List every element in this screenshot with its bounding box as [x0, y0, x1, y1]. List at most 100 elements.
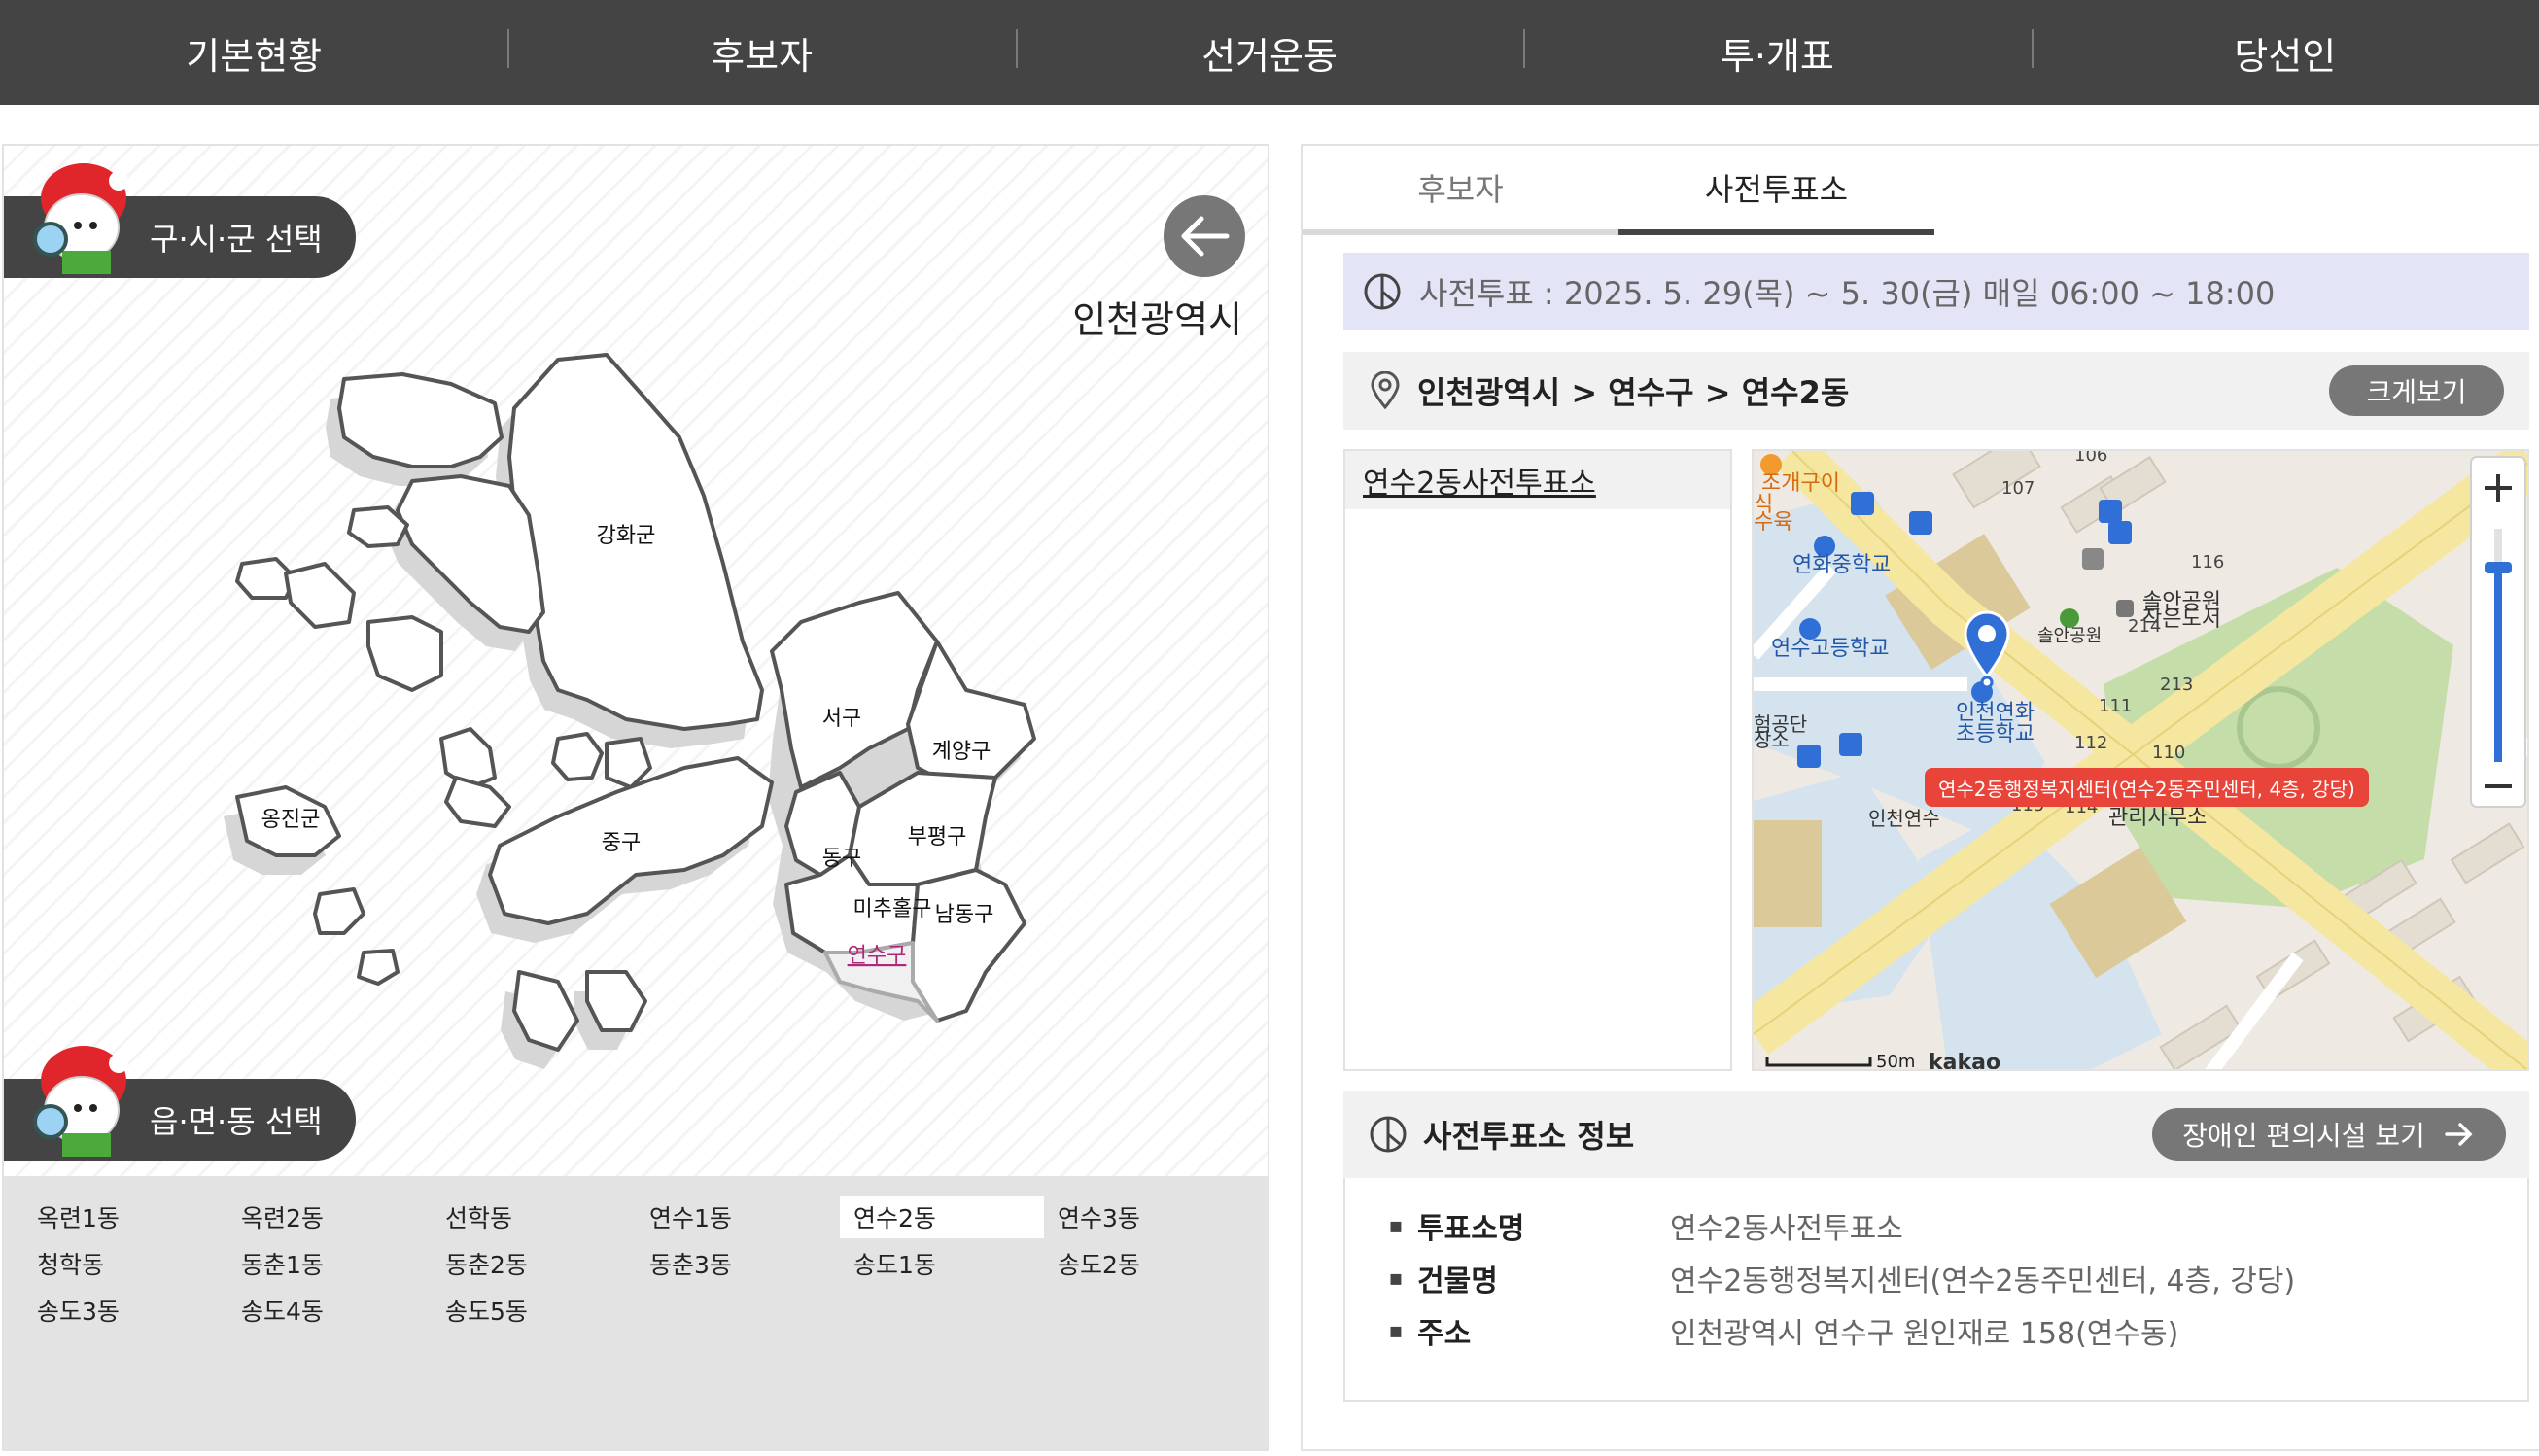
dong-item[interactable]: 송도3동 — [23, 1289, 227, 1332]
back-arrow-icon — [1164, 195, 1245, 277]
zoom-slider-handle[interactable] — [2485, 562, 2512, 573]
tab-bar: 후보자 사전투표소 — [1303, 146, 1934, 235]
district-label-ongjin[interactable]: 옹진군 — [261, 808, 321, 832]
district-namdong-shape[interactable] — [911, 868, 1026, 1023]
bus-stop-icon[interactable] — [2108, 521, 2132, 544]
station-map-canvas: 연화중학교 연수고등학교 인천연화 초등학교 조개구이 식 수육 솔안공원 작은… — [1754, 451, 2527, 1071]
building-number: 116 — [2191, 552, 2224, 572]
info-clock-icon — [1370, 1116, 1407, 1153]
bus-stop-icon[interactable] — [1909, 511, 1932, 535]
dong-item[interactable]: 동춘1동 — [227, 1242, 432, 1285]
district-label-yeonsu[interactable]: 연수구 — [848, 944, 907, 968]
dong-item[interactable]: 청학동 — [23, 1242, 227, 1285]
bullet-icon: ▪ — [1388, 1265, 1404, 1291]
district-label-seo[interactable]: 서구 — [822, 707, 861, 731]
island-small-5 — [439, 727, 497, 789]
marker-label[interactable]: 연수2동행정복지센터(연수2동주민센터, 4층, 강당) — [1925, 768, 2369, 807]
map-label-restaurant: 수육 — [1754, 510, 1792, 535]
dong-item[interactable]: 송도2동 — [1044, 1242, 1248, 1285]
mascot-icon — [33, 1046, 128, 1157]
map-label-place: 인천연수 — [1868, 807, 1940, 830]
station-info-body: ▪ 투표소명 연수2동사전투표소 ▪ 건물명 연수2동행정복지센터(연수2동주민… — [1343, 1178, 2529, 1402]
info-value: 연수2동사전투표소 — [1670, 1212, 1903, 1246]
island-small-10 — [357, 949, 400, 986]
info-key: 주소 — [1417, 1317, 1472, 1351]
nav-divider — [507, 29, 510, 68]
district-label-ganghwa[interactable]: 강화군 — [597, 524, 656, 548]
map-label-school: 연수고등학교 — [1771, 637, 1889, 661]
dong-item[interactable]: 선학동 — [432, 1196, 636, 1238]
station-info-title: 사전투표소 정보 — [1423, 1118, 1635, 1155]
bus-stop-icon[interactable] — [1851, 492, 1874, 515]
nav-item-voting-counting[interactable]: 투·개표 — [1523, 0, 2031, 105]
dong-item[interactable]: 송도5동 — [432, 1289, 636, 1332]
dong-item[interactable]: 연수3동 — [1044, 1196, 1248, 1238]
nav-item-winners[interactable]: 당선인 — [2031, 0, 2539, 105]
building-number: 111 — [2099, 696, 2132, 716]
district-label-dong[interactable]: 동구 — [822, 847, 861, 871]
restroom-icon — [2082, 548, 2104, 570]
nav-divider — [1015, 29, 1018, 68]
dong-item-selected[interactable]: 연수2동 — [840, 1196, 1044, 1238]
district-label-michuhol[interactable]: 미추홀구 — [853, 897, 932, 921]
dong-item[interactable]: 옥련1동 — [23, 1196, 227, 1238]
station-map[interactable]: 연화중학교 연수고등학교 인천연화 초등학교 조개구이 식 수육 솔안공원 작은… — [1752, 449, 2529, 1071]
info-key: 투표소명 — [1417, 1212, 1525, 1246]
island-small-9 — [313, 887, 365, 935]
accessibility-facilities-button[interactable]: 장애인 편의시설 보기 — [2152, 1108, 2506, 1161]
station-list-item[interactable]: 연수2동사전투표소 — [1345, 451, 1730, 509]
location-pin-icon — [1371, 371, 1400, 410]
nav-item-overview[interactable]: 기본현황 — [0, 0, 507, 105]
arrow-right-icon — [2445, 1123, 2473, 1146]
building-number: 106 — [2074, 451, 2107, 466]
island-small-7 — [551, 732, 604, 781]
back-button[interactable] — [1161, 194, 1268, 278]
dong-select-label: 읍·면·동 선택 — [150, 1103, 323, 1140]
island-small-3 — [284, 562, 356, 629]
accessibility-button-label: 장애인 편의시설 보기 — [2182, 1120, 2425, 1152]
location-breadcrumb-bar: 인천광역시 > 연수구 > 연수2동 크게보기 — [1343, 352, 2529, 430]
district-label-bupyeong[interactable]: 부평구 — [908, 825, 967, 849]
district-label-jung[interactable]: 중구 — [602, 831, 641, 855]
info-row-address: ▪ 주소 인천광역시 연수구 원인재로 158(연수동) — [1345, 1304, 2527, 1357]
nav-divider — [1523, 29, 1526, 68]
dong-item[interactable]: 연수1동 — [636, 1196, 840, 1238]
dong-item[interactable]: 옥련2동 — [227, 1196, 432, 1238]
district-selector-panel: 강화군 서구 계양구 옹진군 중구 동구 부평구 미추홀구 남동구 연수구 구·… — [2, 144, 1270, 1451]
bus-stop-icon[interactable] — [1797, 745, 1821, 768]
zoom-level-bar — [2494, 568, 2502, 762]
district-label-gyeyang[interactable]: 계양구 — [932, 740, 991, 764]
park-icon — [2060, 608, 2079, 628]
station-list: 연수2동사전투표소 — [1343, 449, 1732, 1071]
info-key: 건물명 — [1417, 1265, 1498, 1299]
island-small-6 — [444, 776, 511, 828]
nav-item-campaign[interactable]: 선거운동 — [1015, 0, 1523, 105]
mascot-icon — [33, 163, 128, 274]
dong-item[interactable]: 동춘2동 — [432, 1242, 636, 1285]
library-icon — [2116, 600, 2134, 617]
bus-stop-icon[interactable] — [2099, 500, 2122, 523]
dong-item[interactable]: 동춘3동 — [636, 1242, 840, 1285]
zoom-control — [2470, 456, 2526, 808]
building-number: 110 — [2152, 743, 2185, 763]
tab-candidates[interactable]: 후보자 — [1303, 146, 1618, 235]
district-label-namdong[interactable]: 남동구 — [935, 903, 994, 927]
map-brand-logo: kakao — [1929, 1051, 2000, 1071]
dong-item[interactable]: 송도1동 — [840, 1242, 1044, 1285]
enlarge-map-button[interactable]: 크게보기 — [2329, 365, 2504, 416]
map-label-school: 초등학교 — [1956, 722, 2035, 746]
early-voting-period: 사전투표 : 2025. 5. 29(목) ~ 5. 30(금) 매일 06:0… — [1343, 253, 2529, 330]
dong-item[interactable]: 송도4동 — [227, 1289, 432, 1332]
nav-item-candidates[interactable]: 후보자 — [507, 0, 1015, 105]
building-number: 107 — [2001, 478, 2035, 499]
island-small-12 — [585, 970, 647, 1032]
bus-stop-icon[interactable] — [1839, 733, 1862, 756]
city-select-label: 구·시·군 선택 — [150, 221, 323, 258]
tab-early-voting[interactable]: 사전투표소 — [1618, 146, 1934, 235]
island-small-8 — [605, 737, 652, 789]
station-info-header: 사전투표소 정보 장애인 편의시설 보기 — [1343, 1091, 2529, 1178]
building-number: 214 — [2128, 616, 2161, 637]
bullet-icon: ▪ — [1388, 1213, 1404, 1238]
info-value: 연수2동행정복지센터(연수2동주민센터, 4층, 강당) — [1670, 1265, 2296, 1299]
bullet-icon: ▪ — [1388, 1318, 1404, 1343]
